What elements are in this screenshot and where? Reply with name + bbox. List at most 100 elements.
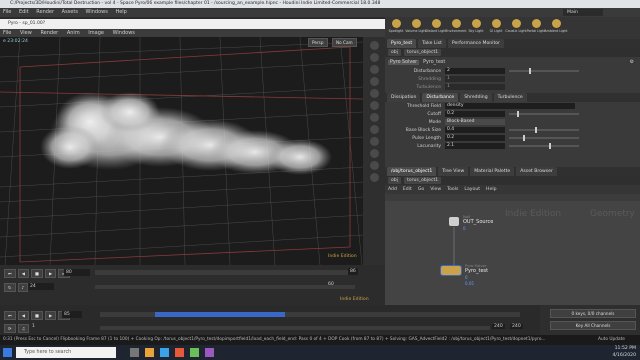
shelf-portal-light[interactable]: Portal Light [527, 19, 545, 37]
flipbook-start-frame[interactable]: 24 [28, 283, 54, 290]
main-scrub-bar[interactable] [100, 312, 520, 317]
main-play-icon[interactable]: ▶ [44, 311, 57, 320]
tab-performance-monitor[interactable]: Performance Monitor [447, 39, 504, 48]
block-size-slider[interactable] [509, 127, 579, 133]
vp-menu-image[interactable]: Image [88, 30, 104, 36]
shelf-spotlight[interactable]: Spotlight [388, 19, 404, 37]
tab-pyro-test[interactable]: Pyro_test [387, 39, 417, 48]
volume-icon[interactable] [369, 173, 379, 182]
shading-icon[interactable] [369, 53, 379, 62]
loop-icon[interactable]: ↻ [4, 283, 16, 292]
path-torus-object[interactable]: torus_object1 [404, 49, 442, 56]
shelf-gi-light[interactable]: GI Light [488, 19, 504, 37]
main-range-bar[interactable] [100, 326, 490, 330]
flipbook-range-bar[interactable] [95, 285, 355, 289]
audio-icon[interactable]: ♪ [17, 283, 29, 292]
play-icon[interactable]: ▶ [44, 269, 57, 278]
key-all-channels-button[interactable]: Key All Channels [550, 321, 636, 330]
safe-area-icon[interactable] [369, 149, 379, 158]
path-obj[interactable]: obj [388, 49, 402, 56]
mode-dropdown[interactable]: Block-Based [445, 119, 505, 125]
viewport[interactable]: e 23:02:24 Persp No Cam Indie Edition [0, 37, 363, 265]
threshold-field-value[interactable]: density [445, 103, 575, 109]
net-menu-layout[interactable]: Layout [464, 187, 480, 192]
net-path-torus[interactable]: torus_object1 [404, 177, 442, 184]
flipbook-scrub-bar[interactable] [95, 270, 355, 275]
lighting-icon[interactable] [369, 77, 379, 86]
subtab-dissipation[interactable]: Dissipation [387, 93, 421, 102]
main-jump-start-icon[interactable]: ⏮ [4, 311, 16, 320]
disturbance-slider[interactable] [509, 68, 579, 74]
menu-edit[interactable]: Edit [19, 9, 29, 15]
tab-tree-view[interactable]: Tree View [438, 167, 469, 176]
tab-network-path[interactable]: /obj/torus_object1 [387, 167, 437, 176]
shredding-value[interactable]: 1 [445, 76, 505, 82]
audio2-icon[interactable]: ♫ [17, 324, 30, 333]
pyro-solver-node[interactable] [440, 265, 462, 276]
lacunarity-slider[interactable] [509, 143, 579, 149]
menu-windows[interactable]: Windows [86, 9, 108, 15]
vp-menu-render[interactable]: Render [40, 30, 58, 36]
net-menu-go[interactable]: Go [418, 187, 424, 192]
network-canvas[interactable]: Indie Edition Geometry Null OUT_Source 0… [385, 201, 640, 305]
subtab-disturbance[interactable]: Disturbance [422, 93, 459, 102]
menu-help[interactable]: Help [115, 9, 126, 15]
net-menu-tools[interactable]: Tools [447, 187, 458, 192]
vp-menu-windows[interactable]: Windows [113, 30, 135, 36]
turbulence-value[interactable]: 1 [445, 84, 505, 90]
net-menu-add[interactable]: Add [388, 187, 397, 192]
auto-update-label[interactable]: Auto Update [598, 337, 625, 342]
main-end-frame-b[interactable]: 240 [510, 324, 523, 329]
vp-menu-anim[interactable]: Anim [67, 30, 80, 36]
windows-start-icon[interactable] [3, 348, 12, 357]
main-current-frame[interactable]: 85 [62, 311, 82, 318]
menu-assets[interactable]: Assets [62, 9, 78, 15]
no-cam-menu[interactable]: No Cam [332, 38, 357, 47]
houdini-app-icon[interactable] [175, 348, 184, 357]
main-stop-icon[interactable]: ■ [31, 311, 43, 320]
shelf-caustic-light[interactable]: Caustic Light [505, 19, 527, 37]
shelf-environment[interactable]: Environment [445, 19, 467, 37]
app-icon-5[interactable] [190, 348, 199, 357]
camera-icon[interactable] [369, 89, 379, 98]
menu-file[interactable]: File [3, 9, 11, 15]
particle-icon[interactable] [369, 161, 379, 170]
node-name-field[interactable]: Pyro_test [423, 60, 445, 65]
jump-start-icon[interactable]: ⏮ [4, 269, 16, 278]
tab-asset-browser[interactable]: Asset Browser [516, 167, 557, 176]
shelf-volume-light[interactable]: Volume Light [405, 19, 427, 37]
cutoff-value[interactable]: 0.2 [445, 111, 505, 117]
ghost-icon[interactable] [369, 65, 379, 74]
browser-icon[interactable] [160, 348, 169, 357]
desktop-selector[interactable]: Main [563, 9, 603, 16]
net-menu-edit[interactable]: Edit [403, 187, 412, 192]
lacunarity-value[interactable]: 2.1 [445, 143, 505, 149]
display-options-icon[interactable] [369, 41, 379, 50]
menu-render[interactable]: Render [36, 9, 54, 15]
tab-material-palette[interactable]: Material Palette [470, 167, 515, 176]
subtab-turbulence[interactable]: Turbulence [493, 93, 527, 102]
step-back-icon[interactable]: ◀ [17, 269, 30, 278]
block-size-value[interactable]: 0.4 [445, 127, 505, 133]
gear-icon[interactable]: ⚙ [630, 60, 634, 65]
shelf-ambient-light[interactable]: Ambient Light [544, 19, 568, 37]
pulse-length-value[interactable]: 0.2 [445, 135, 505, 141]
explorer-icon[interactable] [145, 348, 154, 357]
taskbar-search-input[interactable]: Type here to search [16, 347, 116, 358]
flipbook-current-frame[interactable]: 80 [64, 269, 90, 276]
template-icon[interactable] [369, 125, 379, 134]
pulse-length-slider[interactable] [509, 135, 579, 141]
stop-icon[interactable]: ■ [31, 269, 43, 278]
realtime-icon[interactable]: ⟳ [4, 324, 16, 333]
cutoff-slider[interactable] [509, 111, 579, 117]
shelf-sky-light[interactable]: Sky Light [468, 19, 484, 37]
shelf-distant-light[interactable]: Distant Light [425, 19, 447, 37]
disturbance-value[interactable]: 2 [445, 68, 505, 74]
flipbook-end-frame[interactable]: 86 [348, 268, 358, 275]
vp-menu-file[interactable]: File [3, 30, 11, 36]
main-start-frame[interactable]: 1 [32, 324, 35, 329]
net-menu-view[interactable]: View [430, 187, 441, 192]
net-menu-help[interactable]: Help [486, 187, 496, 192]
vp-menu-view[interactable]: View [20, 30, 32, 36]
net-path-obj[interactable]: obj [388, 177, 402, 184]
